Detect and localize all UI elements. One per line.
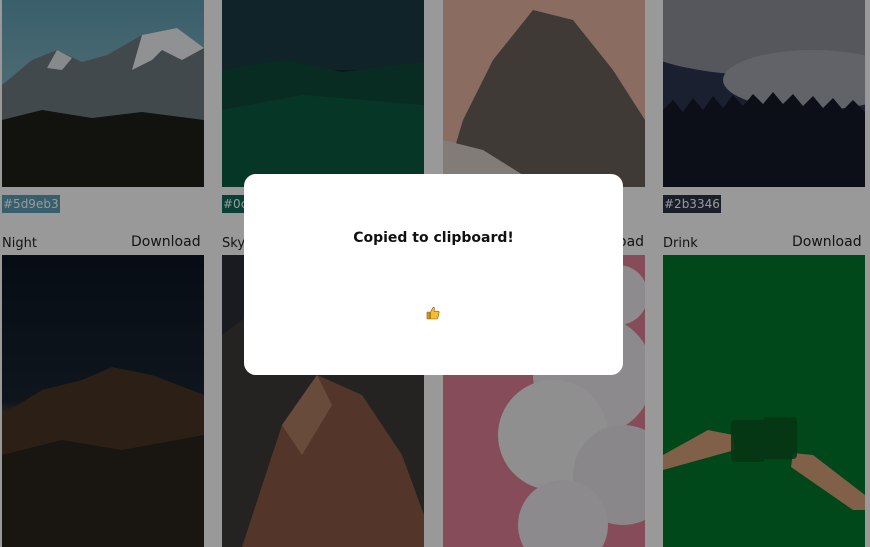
gallery-page: #5d9eb3 Night Download #0c Sky oad #2b33… xyxy=(0,0,870,547)
copied-modal: Copied to clipboard! xyxy=(244,174,623,375)
modal-title: Copied to clipboard! xyxy=(353,230,514,246)
thumbs-up-icon xyxy=(426,305,440,320)
